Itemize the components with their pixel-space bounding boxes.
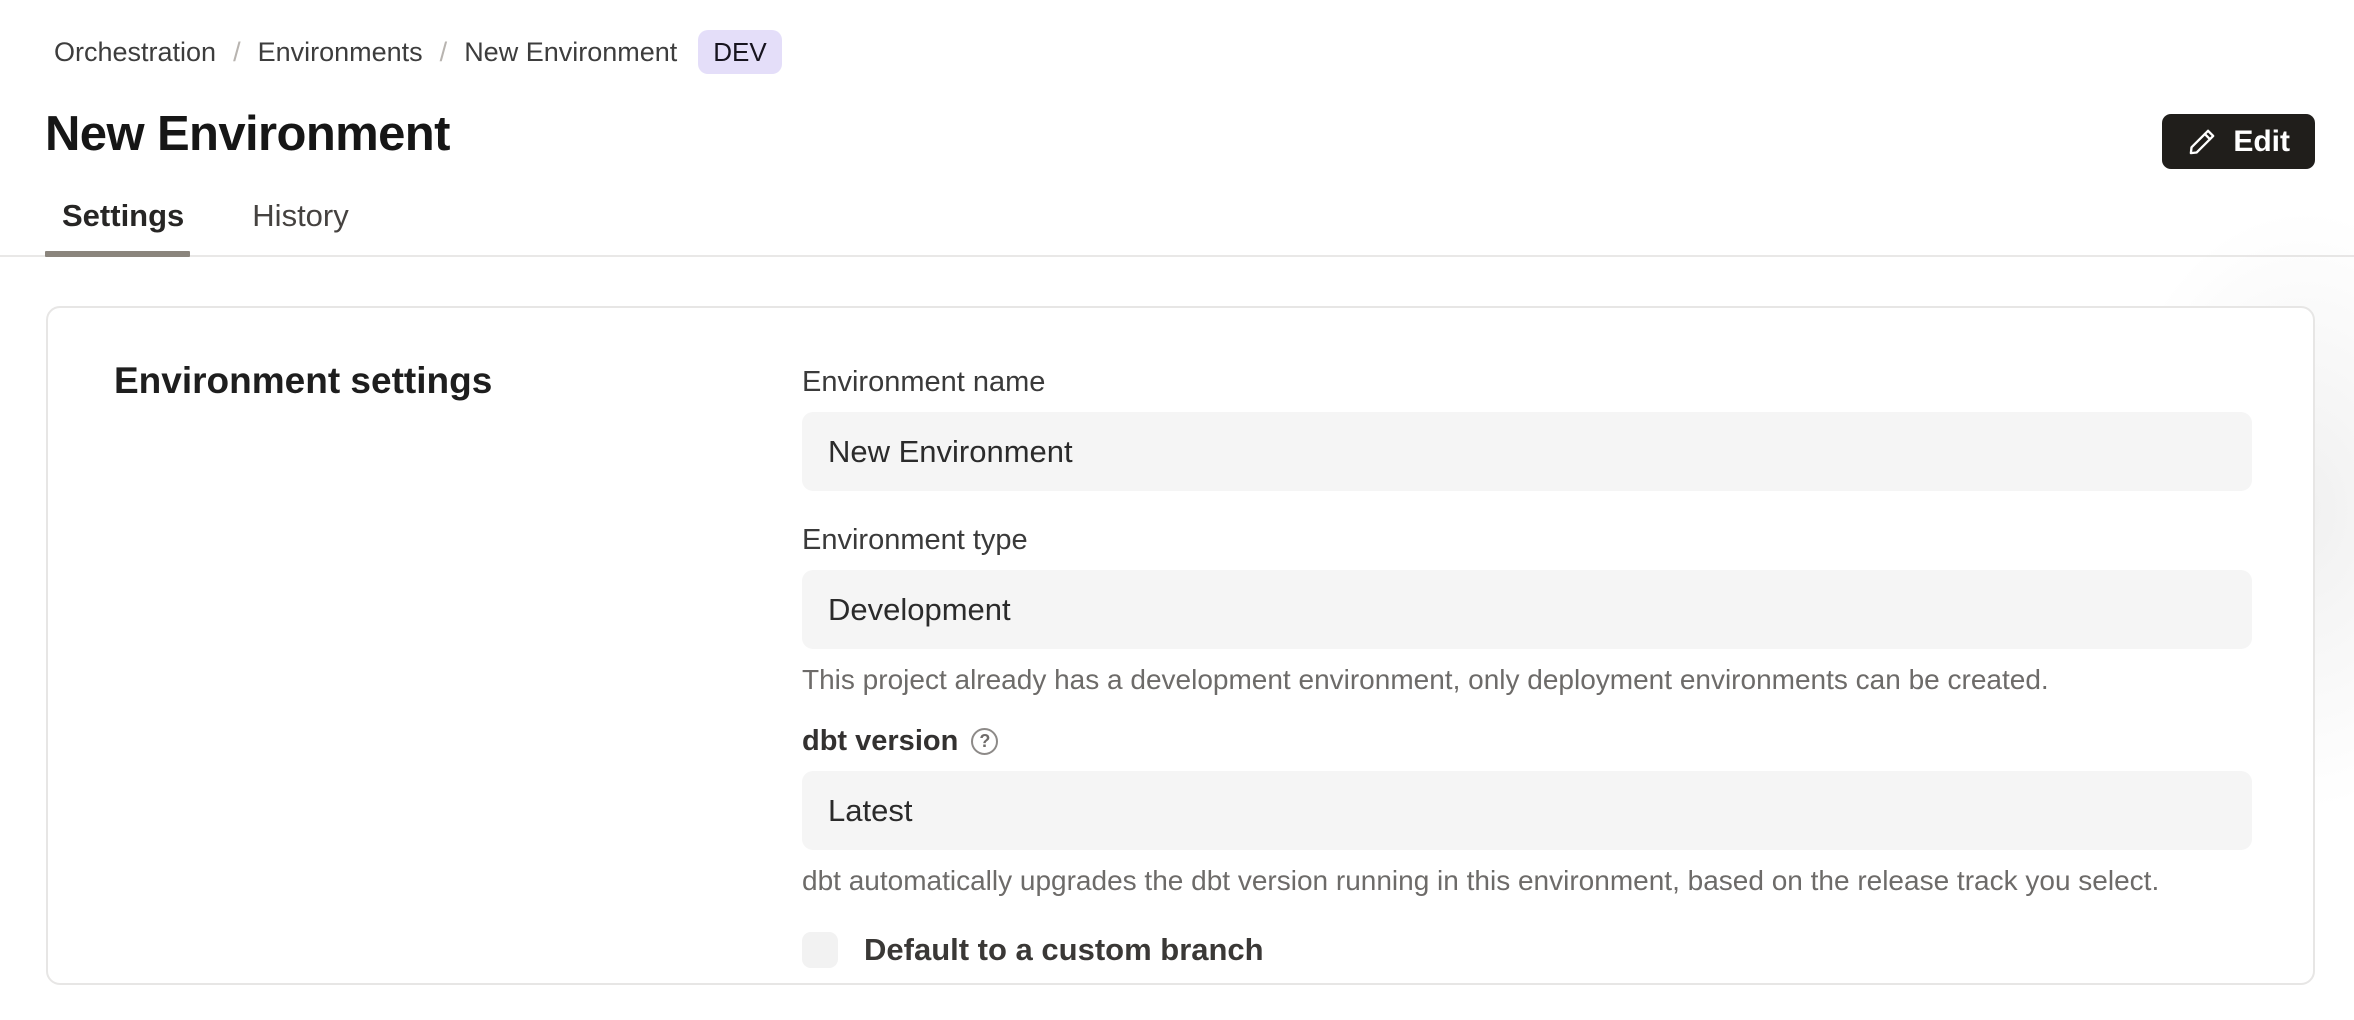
settings-form: Environment name Environment type This p…: [802, 366, 2252, 968]
custom-branch-row: Default to a custom branch: [802, 932, 2252, 968]
breadcrumb-orchestration[interactable]: Orchestration: [54, 37, 216, 68]
breadcrumb-separator: /: [233, 37, 241, 68]
custom-branch-label[interactable]: Default to a custom branch: [864, 932, 1264, 968]
edit-button[interactable]: Edit: [2162, 114, 2315, 169]
breadcrumb-new-environment[interactable]: New Environment: [464, 37, 677, 68]
environment-name-input[interactable]: [802, 412, 2252, 491]
environment-type-label: Environment type: [802, 524, 2252, 557]
environment-type-helper: This project already has a development e…: [802, 664, 2252, 696]
breadcrumb: Orchestration / Environments / New Envir…: [54, 30, 782, 74]
environment-type-badge: DEV: [698, 30, 781, 74]
tabs-divider: [0, 255, 2354, 257]
question-circle-icon[interactable]: ?: [971, 728, 998, 755]
edit-button-label: Edit: [2233, 125, 2290, 159]
dbt-version-helper: dbt automatically upgrades the dbt versi…: [802, 865, 2252, 897]
card-heading: Environment settings: [114, 360, 492, 402]
dbt-version-label: dbt version ?: [802, 725, 2252, 758]
breadcrumb-separator: /: [440, 37, 448, 68]
breadcrumb-environments[interactable]: Environments: [258, 37, 423, 68]
page-title: New Environment: [45, 106, 450, 162]
custom-branch-checkbox[interactable]: [802, 932, 838, 968]
pencil-icon: [2187, 126, 2218, 157]
environment-type-input[interactable]: [802, 570, 2252, 649]
environment-name-label: Environment name: [802, 366, 2252, 399]
active-tab-indicator: [45, 251, 190, 257]
tab-history[interactable]: History: [252, 198, 348, 262]
environment-settings-card: Environment settings Environment name En…: [46, 306, 2315, 985]
dbt-version-label-text: dbt version: [802, 725, 958, 758]
dbt-version-input[interactable]: [802, 771, 2252, 850]
